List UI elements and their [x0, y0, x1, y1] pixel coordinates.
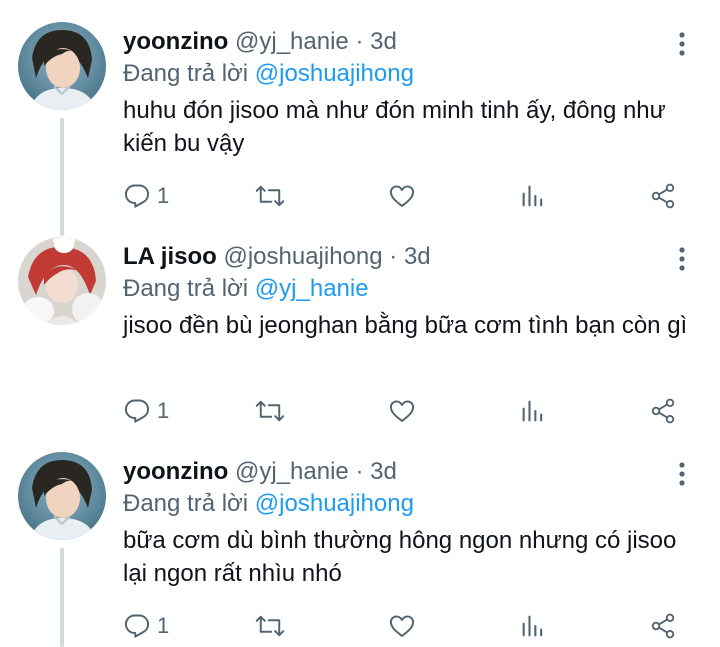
reply-icon [124, 614, 150, 638]
timestamp[interactable]: 3d [370, 28, 397, 55]
action-bar: 1 [123, 180, 693, 212]
avatar[interactable] [18, 452, 106, 540]
reply-icon [124, 184, 150, 208]
more-icon[interactable] [672, 245, 692, 273]
separator: · [355, 28, 364, 55]
tweet-text: bữa cơm dù bình thường hông ngon nhưng c… [123, 527, 677, 587]
reply-button[interactable]: 1 [123, 180, 169, 212]
replying-to: Đang trả lời @yj_hanie [123, 275, 369, 303]
reply-count: 1 [157, 183, 170, 208]
separator: · [389, 243, 398, 270]
action-bar: 1 [123, 610, 693, 642]
retweet-icon [255, 185, 285, 207]
separator: · [355, 458, 364, 485]
tweet[interactable]: yoonzino @yj_hanie · 3d Đang trả lời @jo… [0, 452, 720, 647]
views-button[interactable] [519, 180, 547, 212]
views-button[interactable] [519, 395, 547, 427]
tweet[interactable]: LA jisoo @joshuajihong · 3d Đang trả lời… [0, 237, 720, 437]
tweet-header: yoonzino @yj_hanie · 3d [123, 28, 397, 56]
views-button[interactable] [519, 610, 547, 642]
views-icon [522, 615, 543, 637]
like-button[interactable] [388, 180, 416, 212]
replying-to-label: Đang trả lời [123, 275, 255, 302]
reply-mention[interactable]: @joshuajihong [255, 490, 414, 517]
display-name[interactable]: LA jisoo [123, 243, 217, 270]
more-icon[interactable] [672, 30, 692, 58]
retweet-button[interactable] [255, 395, 285, 427]
like-icon [389, 400, 415, 422]
reply-button[interactable]: 1 [123, 395, 169, 427]
like-icon [389, 185, 415, 207]
display-name[interactable]: yoonzino [123, 28, 228, 55]
display-name[interactable]: yoonzino [123, 458, 228, 485]
action-bar: 1 [123, 395, 693, 427]
tweet-header: yoonzino @yj_hanie · 3d [123, 458, 397, 486]
reply-mention[interactable]: @joshuajihong [255, 60, 414, 87]
tweet-text: jisoo đền bù jeonghan bằng bữa cơm tình … [123, 312, 688, 339]
replying-to: Đang trả lời @joshuajihong [123, 60, 414, 88]
share-icon [651, 613, 675, 639]
avatar[interactable] [18, 22, 106, 110]
replying-to: Đang trả lời @joshuajihong [123, 490, 414, 518]
replying-to-label: Đang trả lời [123, 60, 255, 87]
retweet-icon [255, 615, 285, 637]
share-icon [651, 398, 675, 424]
share-button[interactable] [649, 180, 677, 212]
user-handle[interactable]: @yj_hanie [235, 28, 349, 55]
like-icon [389, 615, 415, 637]
reply-icon [124, 399, 150, 423]
thread-line [60, 118, 64, 236]
timestamp[interactable]: 3d [404, 243, 431, 270]
tweet-text: huhu đón jisoo mà như đón minh tinh ấy, … [123, 97, 666, 157]
share-icon [651, 183, 675, 209]
thread-line [60, 548, 64, 647]
timestamp[interactable]: 3d [370, 458, 397, 485]
retweet-icon [255, 400, 285, 422]
reply-button[interactable]: 1 [123, 610, 169, 642]
retweet-button[interactable] [255, 610, 285, 642]
reply-mention[interactable]: @yj_hanie [255, 275, 369, 302]
reply-count: 1 [157, 613, 170, 638]
avatar[interactable] [18, 237, 106, 325]
more-icon[interactable] [672, 460, 692, 488]
user-handle[interactable]: @joshuajihong [223, 243, 382, 270]
views-icon [522, 185, 543, 207]
like-button[interactable] [388, 395, 416, 427]
tweet[interactable]: yoonzino @yj_hanie · 3d Đang trả lời @jo… [0, 22, 720, 236]
like-button[interactable] [388, 610, 416, 642]
user-handle[interactable]: @yj_hanie [235, 458, 349, 485]
reply-count: 1 [157, 398, 170, 423]
share-button[interactable] [649, 395, 677, 427]
share-button[interactable] [649, 610, 677, 642]
views-icon [522, 400, 543, 422]
retweet-button[interactable] [255, 180, 285, 212]
replying-to-label: Đang trả lời [123, 490, 255, 517]
tweet-header: LA jisoo @joshuajihong · 3d [123, 243, 431, 271]
